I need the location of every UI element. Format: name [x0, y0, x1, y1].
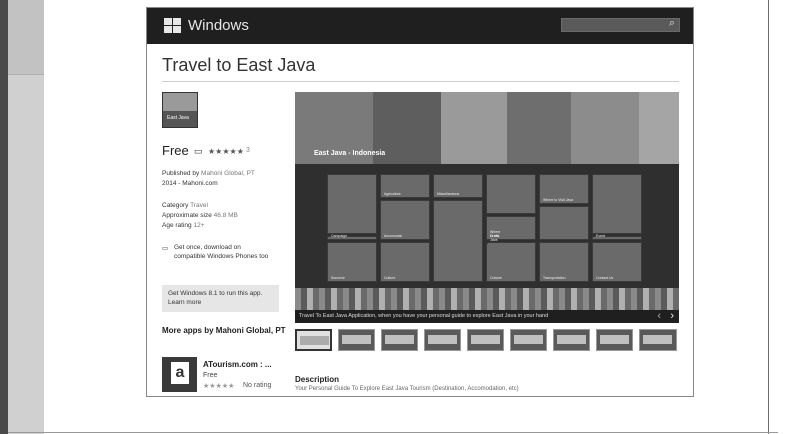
banner-photo-mountain	[507, 92, 571, 164]
banner-photo-crater	[441, 92, 507, 164]
more-app-stars: ★★★★★	[203, 383, 235, 390]
phone-note-line1: Get once, download on	[174, 244, 241, 251]
grid-tile: Accomodat.	[380, 200, 430, 240]
grid-tile: Culture	[380, 242, 430, 282]
left-side-panel-header	[8, 0, 44, 75]
banner-label: East Java - Indonesia	[314, 150, 386, 157]
top-bar: Windows ⌕	[147, 8, 693, 44]
size-row: Approximate size 46.8 MB	[162, 212, 238, 219]
more-app-icon[interactable]: a	[162, 357, 197, 392]
age-row: Age rating 12+	[162, 222, 204, 229]
grid-tile	[327, 174, 377, 234]
thumbnail[interactable]	[295, 329, 332, 351]
app-screenshot[interactable]: East Java - Indonesia Agriculture Miscel…	[295, 92, 679, 323]
phone-icon: ▭	[194, 146, 203, 156]
copyright-text: 2014 - Mahoni.com	[162, 180, 218, 187]
more-app-price: Free	[203, 372, 218, 379]
grid-tile: Agriculture	[380, 174, 430, 198]
app-icon-label: East Java	[167, 115, 189, 121]
grid-tile	[486, 174, 536, 214]
age-value[interactable]: 12+	[193, 222, 204, 229]
publisher-row: Published by Mahoni Global, PT	[162, 170, 255, 177]
banner-photo-sky	[639, 92, 679, 164]
category-label: Category	[162, 202, 189, 209]
more-app-rating: No rating	[243, 382, 272, 389]
chevron-right-icon[interactable]: ›	[670, 310, 674, 322]
windows-81-notice: Get Windows 8.1 to run this app. Learn m…	[162, 285, 279, 312]
title-divider	[162, 81, 679, 82]
left-edge-strip	[0, 0, 8, 434]
search-input[interactable]: ⌕	[561, 17, 680, 32]
grid-tile: Campaign	[327, 234, 377, 240]
grid-tile: Miscellaneous	[433, 174, 483, 198]
screenshot-caption: Travel To East Java Application, when yo…	[299, 313, 549, 319]
more-apps-title: More apps by Mahoni Global, PT	[162, 326, 286, 335]
publisher-link[interactable]: Mahoni Global, PT	[201, 170, 255, 177]
thumbnail[interactable]	[639, 329, 677, 351]
page-title: Travel to East Java	[162, 55, 316, 75]
description-title: Description	[295, 375, 340, 384]
windows-logo-icon[interactable]	[164, 18, 182, 34]
bottom-divider	[8, 432, 778, 433]
category-link[interactable]: Travel	[190, 202, 208, 209]
thumbnail[interactable]	[424, 329, 461, 351]
size-value: 46.8 MB	[213, 212, 238, 219]
description-text: Your Personal Guide To Explore East Java…	[295, 386, 519, 392]
search-icon[interactable]: ⌕	[669, 17, 675, 30]
thumbnail[interactable]	[510, 329, 547, 351]
banner-photo-shore	[571, 92, 639, 164]
thumbnail[interactable]	[596, 329, 633, 351]
more-app-name[interactable]: ATourism.com : ...	[203, 360, 272, 369]
rating-count[interactable]: 3	[246, 147, 250, 154]
right-divider	[768, 0, 769, 434]
grid-tile	[433, 200, 483, 282]
thumbnail[interactable]	[381, 329, 418, 351]
price-label: Free	[162, 143, 189, 158]
grid-tile: Souvenir	[327, 242, 377, 282]
age-label: Age rating	[162, 222, 192, 229]
grid-tile: Transportation	[539, 242, 589, 282]
window-frame: Windows ⌕ Travel to East Java East Java …	[0, 0, 785, 434]
learn-more-link[interactable]: Learn more	[168, 298, 273, 307]
size-label: Approximate size	[162, 212, 212, 219]
grid-tile: Contact Us	[592, 242, 642, 282]
grid-tile: Where to Visit Java	[539, 174, 589, 204]
phone-note-line2: compatible Windows Phones too	[174, 253, 269, 260]
rating-stars[interactable]: ★★★★★	[208, 147, 244, 156]
grid-tile	[592, 174, 642, 234]
screenshot-thumbnails	[295, 329, 679, 351]
phone-note-icon: ▭	[162, 245, 169, 252]
thumbnail[interactable]	[553, 329, 590, 351]
windows-81-notice-text: Get Windows 8.1 to run this app.	[168, 290, 263, 297]
category-row: Category Travel	[162, 202, 208, 209]
store-page: Windows ⌕ Travel to East Java East Java …	[146, 7, 694, 397]
thumbnail[interactable]	[338, 329, 375, 351]
app-icon: East Java	[162, 92, 198, 128]
grid-tile	[539, 206, 589, 240]
caption-bar: Travel To East Java Application, when yo…	[295, 310, 679, 323]
grid-tile: Where to eat Java	[486, 230, 500, 244]
published-by-label: Published by	[162, 170, 200, 177]
chevron-left-icon[interactable]: ‹	[657, 310, 661, 322]
brand-label[interactable]: Windows	[188, 17, 249, 34]
category-grid: Agriculture Miscellaneous Where to Visit…	[295, 164, 679, 288]
thumbnail[interactable]	[467, 329, 504, 351]
grid-tile: Event	[592, 234, 642, 240]
grid-tile: Cuisine	[486, 242, 536, 282]
ornament-band	[295, 288, 679, 310]
